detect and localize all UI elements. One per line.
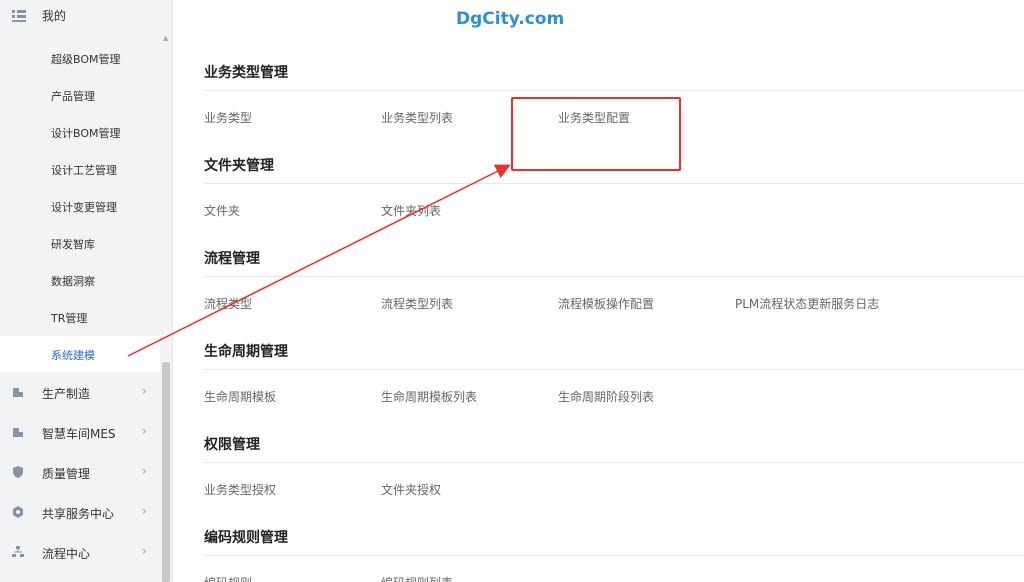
link-business-type[interactable]: 业务类型 [204,109,252,126]
sidebar-subitem-system-modeling[interactable]: 系统建模 [0,336,160,372]
sidebar-item-production[interactable]: 生产制造 › [0,373,160,413]
sidebar-subitem-product[interactable]: 产品管理 [0,77,160,113]
divider [204,276,1024,277]
link-process-type[interactable]: 流程类型 [204,295,252,312]
link-coding-rule[interactable]: 编码规则 [204,574,252,582]
sidebar-subitem-super-bom[interactable]: 超级BOM管理 [0,40,160,76]
link-business-type-auth[interactable]: 业务类型授权 [204,481,276,498]
sidebar-item-label: 智慧车间MES [42,427,116,441]
link-lifecycle-template-list[interactable]: 生命周期模板列表 [381,388,477,405]
link-plm-status-log[interactable]: PLM流程状态更新服务日志 [735,295,879,312]
flow-icon [12,546,24,558]
sidebar-item-label: 我的 [42,9,67,23]
divider [204,369,1024,370]
sidebar-item-quality[interactable]: 质量管理 › [0,453,160,493]
chevron-right-icon: › [142,464,147,478]
link-lifecycle-template[interactable]: 生命周期模板 [204,388,276,405]
sidebar-subitem-rd-library[interactable]: 研发智库 [0,225,160,261]
sidebar: 我的 超级BOM管理 产品管理 设计BOM管理 设计工艺管理 设计变更管理 研发… [0,0,173,582]
link-process-template-config[interactable]: 流程模板操作配置 [558,295,654,312]
sidebar-item-flow-center[interactable]: 流程中心 › [0,533,160,573]
chevron-right-icon: › [142,424,147,438]
section-title-folder: 文件夹管理 [204,158,274,174]
sidebar-subitem-label: 研发智库 [51,238,95,251]
chevron-right-icon: › [142,384,147,398]
sidebar-subitem-label: TR管理 [51,312,88,325]
sidebar-item-label: 质量管理 [42,467,91,481]
section-title-permission: 权限管理 [204,437,260,453]
sidebar-subitem-label: 系统建模 [51,349,95,362]
section-title-lifecycle: 生命周期管理 [204,344,288,360]
chevron-right-icon: › [142,544,147,558]
watermark: DgCity.com [456,9,565,29]
sidebar-item-mes[interactable]: 智慧车间MES › [0,413,160,453]
sidebar-item-label: 共享服务中心 [42,507,115,521]
service-icon [12,506,24,518]
sidebar-item-label: 流程中心 [42,547,91,561]
sidebar-item-mine[interactable]: 我的 [0,0,173,32]
sidebar-subitem-design-process[interactable]: 设计工艺管理 [0,151,160,187]
link-folder-list[interactable]: 文件夹列表 [381,202,441,219]
section-title-coding-rule: 编码规则管理 [204,530,288,546]
link-process-type-list[interactable]: 流程类型列表 [381,295,453,312]
workshop-icon [12,426,24,438]
sidebar-item-shared-service[interactable]: 共享服务中心 › [0,493,160,533]
shield-icon [12,466,24,478]
link-folder[interactable]: 文件夹 [204,202,240,219]
annotation-highlight-box [511,97,681,171]
section-title-business-type: 业务类型管理 [204,65,288,81]
sidebar-subitem-label: 设计BOM管理 [51,127,121,140]
link-business-type-list[interactable]: 业务类型列表 [381,109,453,126]
sidebar-subitem-label: 数据洞察 [51,275,95,288]
menu-list-icon [12,8,26,22]
link-folder-auth[interactable]: 文件夹授权 [381,481,441,498]
scroll-up-icon[interactable]: ▲ [163,34,168,42]
divider [204,90,1024,91]
link-coding-rule-list[interactable]: 编码规则列表 [381,574,453,582]
sidebar-subitem-label: 超级BOM管理 [51,53,121,66]
sidebar-scroll-thumb[interactable] [162,362,170,582]
factory-icon [12,386,24,398]
link-lifecycle-stage-list[interactable]: 生命周期阶段列表 [558,388,654,405]
divider [204,555,1024,556]
divider [204,462,1024,463]
sidebar-subitem-design-bom[interactable]: 设计BOM管理 [0,114,160,150]
sidebar-subitem-label: 设计变更管理 [51,201,117,214]
sidebar-subitem-label: 产品管理 [51,90,95,103]
sidebar-subitem-label: 设计工艺管理 [51,164,117,177]
chevron-right-icon: › [142,504,147,518]
sidebar-subitem-design-change[interactable]: 设计变更管理 [0,188,160,224]
section-title-process: 流程管理 [204,251,260,267]
sidebar-subitem-data-insight[interactable]: 数据洞察 [0,262,160,298]
sidebar-subitem-tr[interactable]: TR管理 [0,299,160,335]
sidebar-item-label: 生产制造 [42,387,91,401]
divider [204,183,1024,184]
